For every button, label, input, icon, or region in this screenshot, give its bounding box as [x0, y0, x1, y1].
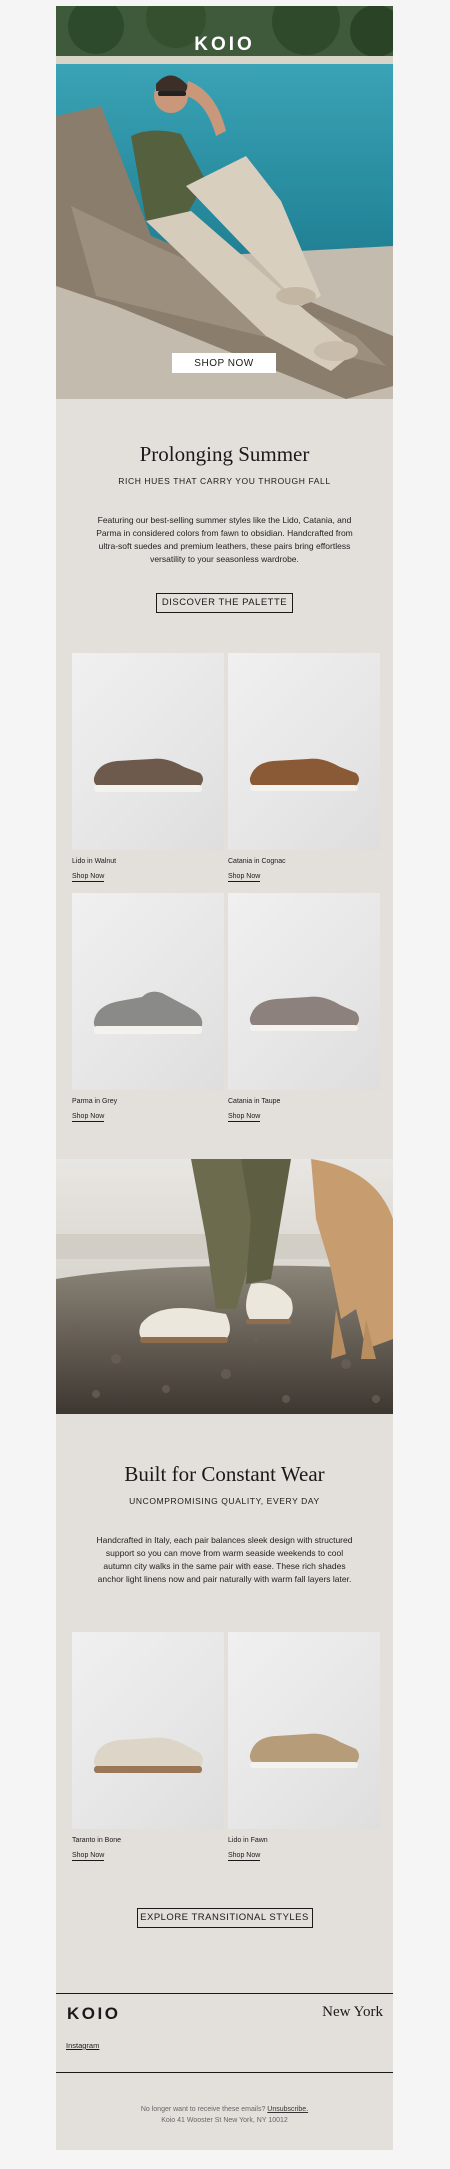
section-body: Featuring our best-selling summer styles… — [96, 515, 353, 564]
shop-now-link[interactable]: Shop Now — [72, 1113, 105, 1122]
product-name: Catania in Cognac — [228, 858, 286, 865]
product-image[interactable] — [228, 653, 380, 850]
footer-city: New York — [322, 2004, 383, 2020]
product-card[interactable]: Catania in Cognac Shop Now — [228, 653, 380, 883]
product-card[interactable]: Lido in Fawn Shop Now — [228, 1632, 380, 1862]
explore-transitional-button[interactable]: EXPLORE TRANSITIONAL STYLES — [136, 1907, 313, 1928]
discover-palette-button[interactable]: DISCOVER THE PALETTE — [156, 592, 293, 613]
footer: KOIO New York Instagram No longer want t… — [56, 1993, 393, 2150]
section-subtitle: UNCOMPROMISING QUALITY, EVERY DAY — [129, 1496, 320, 1506]
product-card[interactable]: Catania in Taupe Shop Now — [228, 893, 380, 1123]
footer-divider-bottom — [56, 2072, 393, 2073]
instagram-link[interactable]: Instagram — [66, 2041, 99, 2050]
shop-now-link[interactable]: Shop Now — [228, 1113, 261, 1122]
section-title: Built for Constant Wear — [124, 1462, 325, 1486]
product-card[interactable]: Lido in Walnut Shop Now — [72, 653, 224, 883]
hero-banner[interactable]: KOIO SHOP NOW — [56, 6, 393, 399]
unsubscribe-text: No longer want to receive these emails? — [140, 2106, 266, 2113]
shop-now-link[interactable]: Shop Now — [228, 873, 261, 882]
shop-now-link[interactable]: Shop Now — [228, 1852, 261, 1861]
shop-now-button[interactable]: SHOP NOW — [172, 353, 276, 373]
product-image[interactable] — [72, 1632, 224, 1829]
shop-now-link[interactable]: Shop Now — [72, 873, 105, 882]
product-card[interactable]: Parma in Grey Shop Now — [72, 893, 224, 1123]
product-grid: Lido in Walnut Shop Now Catania in Cogna… — [72, 653, 380, 1133]
unsubscribe-link[interactable]: Unsubscribe. — [267, 2106, 308, 2113]
product-name: Parma in Grey — [72, 1098, 118, 1105]
hero-logo[interactable]: KOIO — [56, 34, 393, 56]
product-card[interactable]: Taranto in Bone Shop Now — [72, 1632, 224, 1862]
footer-logo[interactable]: KOIO — [67, 2004, 120, 2024]
product-name: Lido in Walnut — [72, 858, 117, 865]
product-image[interactable] — [228, 1632, 380, 1829]
product-name: Taranto in Bone — [72, 1837, 122, 1844]
unsubscribe-line: No longer want to receive these emails? … — [56, 2106, 393, 2113]
section-subtitle: RICH HUES THAT CARRY YOU THROUGH FALL — [118, 476, 331, 486]
product-name: Catania in Taupe — [228, 1098, 281, 1105]
section-title: Prolonging Summer — [139, 442, 310, 466]
hero-image — [56, 6, 393, 399]
email-container: KOIO SHOP NOW Prolonging Summer RICH HUE… — [56, 6, 393, 2150]
lifestyle-image[interactable] — [56, 1159, 393, 1414]
product-image[interactable] — [228, 893, 380, 1090]
section-body: Handcrafted in Italy, each pair balances… — [96, 1535, 353, 1584]
product-image[interactable] — [72, 653, 224, 850]
product-image[interactable] — [72, 893, 224, 1090]
product-name: Lido in Fawn — [228, 1837, 268, 1844]
product-grid: Taranto in Bone Shop Now Lido in Fawn Sh… — [72, 1632, 380, 1872]
footer-address: Koio 41 Wooster St New York, NY 10012 — [161, 2117, 288, 2124]
shop-now-link[interactable]: Shop Now — [72, 1852, 105, 1861]
